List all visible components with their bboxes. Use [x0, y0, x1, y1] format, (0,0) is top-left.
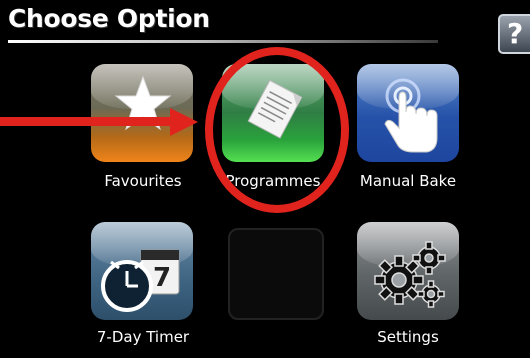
svg-text:7: 7: [153, 263, 171, 293]
manual-bake-label: Manual Bake: [359, 172, 457, 190]
clock-calendar-icon: 7: [101, 249, 180, 312]
title-divider: [8, 40, 438, 43]
annotation-arrow-shaft: [0, 117, 176, 126]
settings-button[interactable]: [357, 222, 459, 320]
hand-touch-icon: [384, 78, 438, 153]
gears-icon: [374, 241, 446, 308]
help-button[interactable]: ?: [498, 14, 530, 54]
seven-day-timer-button[interactable]: 7: [91, 222, 193, 320]
page-title: Choose Option: [8, 4, 210, 33]
empty-slot: [228, 228, 324, 320]
settings-label: Settings: [377, 328, 439, 346]
seven-day-timer-label: 7-Day Timer: [96, 328, 190, 346]
manual-bake-button[interactable]: [357, 64, 459, 162]
annotation-arrow-head: [170, 108, 198, 136]
screen: Choose Option ? Favourites Programmes Ma…: [0, 0, 530, 358]
favourites-label: Favourites: [104, 172, 182, 190]
annotation-highlight-circle: [205, 47, 349, 213]
